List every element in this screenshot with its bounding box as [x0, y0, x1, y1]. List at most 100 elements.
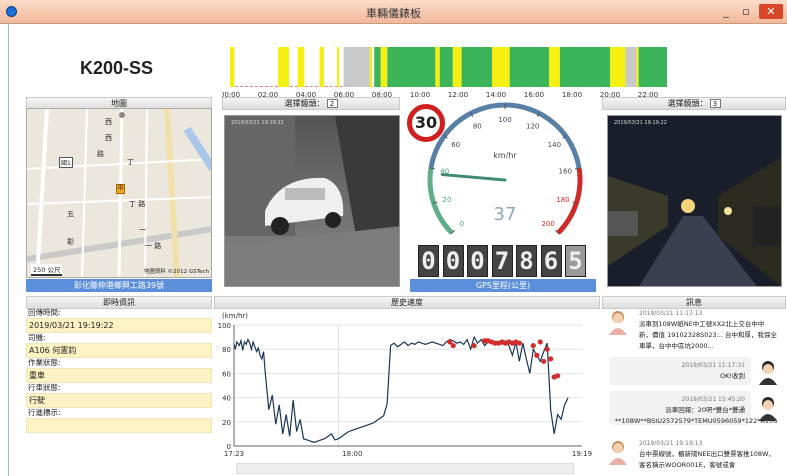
avatar-male-icon [757, 395, 779, 421]
overspeed-marker[interactable] [544, 346, 550, 352]
chart-ytick-label: 40 [222, 395, 231, 403]
message-item: 2019/03/21 15:45:20 派車回報：20呎*雙台*雙通**108W… [609, 391, 778, 425]
odometer-digit: 8 [516, 245, 537, 277]
chart-ytick-label: 20 [222, 419, 231, 427]
overspeed-marker[interactable] [537, 339, 543, 345]
timeline-segment[interactable] [549, 47, 560, 87]
timeline-segment[interactable] [610, 47, 626, 87]
timeline-segment[interactable] [559, 47, 611, 87]
minimize-button[interactable]: _ [719, 4, 733, 19]
timeline-segment[interactable] [435, 47, 440, 87]
camera-right-view[interactable]: 2019/03/21 19:19:22 [607, 115, 782, 287]
overspeed-marker[interactable] [450, 342, 456, 349]
field-label: 行車狀態: [28, 383, 61, 392]
overspeed-marker[interactable] [471, 342, 477, 349]
timeline-segment[interactable] [278, 47, 289, 87]
overspeed-marker[interactable] [548, 356, 554, 362]
message-time: 2019/03/21 15:45:20 [681, 396, 745, 403]
timeline-segment[interactable] [374, 47, 381, 87]
map-label: 五 [67, 210, 74, 218]
map-label: 路 [97, 150, 104, 158]
odometer-digit: 0 [418, 245, 439, 277]
message-text: 台中票線號，櫃新陽NEE出口雙票客推108W，客名稱示WOOR001E，客號或會 [639, 450, 775, 469]
timeline-segment[interactable] [230, 47, 235, 87]
timeline-segment[interactable] [337, 47, 340, 87]
odometer-digit: 0 [442, 245, 464, 277]
message-item: 2019/03/21 19:19:13 台中票線號，櫃新陽NEE出口雙票客推10… [633, 435, 783, 476]
window-title: 車輛儀錶板 [366, 7, 421, 20]
speed-limit-sign: 30 [407, 104, 445, 142]
map-label: 丁 [127, 158, 134, 166]
field-label: 行進標示: [28, 408, 61, 417]
camera-right-select[interactable]: 3 [709, 99, 721, 108]
timeline-segment[interactable] [439, 47, 453, 87]
gauge-tick-label: 160 [559, 167, 572, 175]
timeline-segment[interactable] [343, 47, 370, 87]
timeline-segment[interactable] [492, 47, 510, 87]
camera-left-view[interactable]: 2019/03/21 19:19:22 [224, 115, 400, 287]
vehicle-pin-icon[interactable]: 中 [116, 184, 125, 194]
map-label: 丁 路 [129, 200, 146, 208]
overspeed-marker[interactable] [530, 342, 536, 349]
message-time: 2019/03/21 11:17:31 [681, 362, 745, 369]
chart-ytick-label: 80 [222, 346, 231, 354]
map-label: 一 [139, 226, 146, 234]
gauge-tick-label: 200 [541, 220, 554, 228]
speed-limit-value: 30 [414, 113, 438, 132]
camera-left-image [225, 116, 399, 286]
avatar-female-icon [607, 439, 629, 465]
close-button[interactable]: ✕ [759, 4, 783, 19]
map-copyright: 地圖資料 ©2012 GSTech [143, 269, 209, 275]
timeline-segment[interactable] [387, 47, 436, 87]
chart-ytick-label: 60 [222, 370, 231, 378]
chart-ylabel: (km/hr) [222, 312, 248, 320]
map-address: 彰化縣伸港鄉興工路39號 [26, 279, 212, 292]
maximize-button[interactable]: ▫ [739, 4, 753, 19]
realtime-panel: 回傳時間: 2019/03/21 19:19:22 司機: A106 何憲鈞 作… [26, 308, 212, 433]
history-header: 歷史速度 [214, 296, 600, 309]
field-label: 作業狀態: [28, 358, 61, 367]
timeline-segment[interactable] [452, 47, 462, 87]
driver-value: A106 何憲鈞 [26, 343, 212, 358]
window-titlebar: 車輛儀錶板 _ ▫ ✕ [0, 0, 787, 24]
message-text: OK!收到 [720, 372, 745, 380]
camera-right-header: 選擇鏡頭： 3 [602, 97, 786, 110]
timeline-segment[interactable] [369, 47, 373, 87]
overspeed-marker[interactable] [516, 340, 522, 346]
avatar-male-icon [757, 359, 779, 385]
message-text: 派車到108W紙NE中工號XX2北上交台中中新，價值 19102328S023.… [639, 320, 777, 350]
overspeed-marker[interactable] [541, 358, 547, 364]
timeline-segment[interactable] [319, 47, 324, 87]
timeline-segment[interactable] [461, 47, 493, 87]
camera-right-image [608, 116, 781, 286]
chart-scrollbar[interactable] [236, 463, 574, 474]
work-status-value: 重車 [26, 368, 212, 383]
timeline-segment[interactable] [297, 47, 305, 87]
gauge-tick-label: 180 [556, 196, 569, 204]
odometer-digit: 7 [491, 245, 513, 277]
timeline-segment[interactable] [636, 47, 639, 87]
gauge-tick-label: 60 [451, 141, 460, 149]
chart-xtick-label: 17:23 [224, 450, 244, 458]
camera-left-select[interactable]: 2 [326, 99, 338, 108]
camera-right-timestamp: 2019/03/21 19:19:22 [614, 120, 667, 126]
timeline-segment[interactable] [509, 47, 550, 87]
activity-timeline[interactable] [230, 47, 667, 87]
field-label: 司機: [28, 333, 46, 342]
overspeed-marker[interactable] [555, 373, 561, 379]
overspeed-marker[interactable] [534, 352, 540, 358]
speed-history-chart[interactable]: (km/hr) 0 20 40 60 80 100 17:23 18:00 19:19 [214, 309, 594, 463]
speed-unit: km/hr [493, 151, 517, 160]
timeline-segment[interactable] [625, 47, 637, 87]
drive-status-value: 行駛 [26, 393, 212, 408]
camera-left-timestamp: 2019/03/21 19:19:22 [231, 120, 284, 126]
map-view[interactable]: 西 西 路 丁 丁 路 五 彰 一 一 路 國1 中 250 公尺 地圖資料 ©… [26, 108, 212, 278]
message-item: 2019/03/21 11:17:31 OK!收到 [609, 357, 751, 385]
odometer-digit: 5 [565, 245, 586, 277]
odometer-digit: 6 [540, 245, 562, 277]
messages-list[interactable]: 2019/03/21 11:17:13 派車到108W紙NE中工號XX2北上交台… [605, 309, 787, 476]
timeline-segment[interactable] [380, 47, 388, 87]
message-text: 派車回報：20呎*雙台*雙通**108W**BSIU2572579*TEMU05… [615, 406, 778, 425]
timeline-segment[interactable] [638, 47, 667, 87]
chart-xtick-label: 18:00 [342, 450, 362, 458]
